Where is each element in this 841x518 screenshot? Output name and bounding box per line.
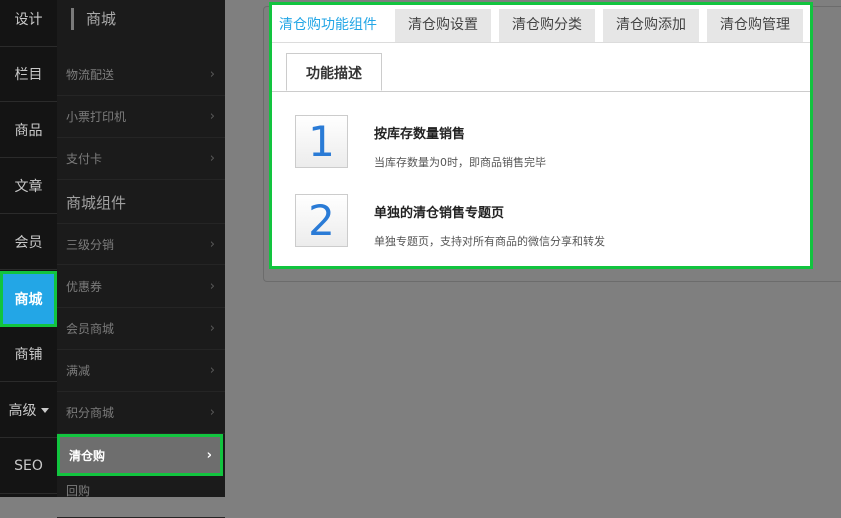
subnav-item-label: 优惠券 — [66, 280, 103, 294]
feature-title: 单独的清仓销售专题页 — [374, 206, 505, 221]
rail-item-label: 高级 — [8, 403, 37, 419]
subnav-title: 商城 — [71, 8, 116, 30]
rail-item-label: 商铺 — [14, 347, 43, 363]
chevron-right-icon: › — [209, 279, 215, 294]
subnav-item-discount[interactable]: 满减 › — [57, 350, 225, 392]
rail-item-advanced[interactable]: 高级 — [0, 383, 57, 438]
chevron-right-icon: › — [209, 109, 215, 124]
rail-item-label: 文章 — [14, 179, 43, 195]
sub-nav: 商城 物流配送 › 小票打印机 › 支付卡 › 商城组件 三级分销 › 优惠券 … — [57, 0, 225, 518]
tab-label: 清仓购分类 — [512, 17, 582, 33]
rail-item-label: 设计 — [14, 12, 43, 28]
tab-clearance-settings[interactable]: 清仓购设置 — [395, 9, 491, 42]
chevron-down-icon — [40, 407, 49, 413]
rail-item-shops[interactable]: 商铺 — [0, 327, 57, 382]
tab-clearance-components[interactable]: 清仓购功能组件 — [272, 9, 384, 42]
chevron-right-icon: › — [209, 237, 215, 252]
chevron-right-icon: › — [209, 321, 215, 336]
rail-item-label: 商城 — [14, 292, 43, 308]
clearance-panel: 清仓购功能组件 清仓购设置 清仓购分类 清仓购添加 清仓购管理 功能描述 1 按… — [269, 2, 813, 269]
subnav-item-member-mall[interactable]: 会员商城 › — [57, 308, 225, 350]
subnav-item-points-mall[interactable]: 积分商城 › — [57, 392, 225, 434]
subnav-item-label: 会员商城 — [66, 322, 115, 336]
subnav-item-clearance[interactable]: 清仓购 › — [57, 434, 223, 476]
tab-clearance-add[interactable]: 清仓购添加 — [603, 9, 699, 42]
feature-number-badge: 1 — [295, 115, 348, 168]
subtab-feature-description[interactable]: 功能描述 — [286, 53, 382, 91]
subnav-item-label: 小票打印机 — [66, 110, 127, 124]
feature-title: 按库存数量销售 — [374, 127, 466, 142]
subnav-item-logistics[interactable]: 物流配送 › — [57, 54, 225, 96]
rail-item-mall[interactable]: 商城 — [0, 271, 57, 327]
tab-label: 清仓购添加 — [616, 17, 686, 33]
subnav-item-coupons[interactable]: 优惠券 › — [57, 266, 225, 308]
tab-label: 清仓购管理 — [720, 17, 790, 33]
rail-item-products[interactable]: 商品 — [0, 103, 57, 158]
rail-item-label: 栏目 — [14, 67, 43, 83]
rail-item-label: SEO — [14, 458, 43, 474]
subnav-item-label: 清仓购 — [69, 448, 106, 463]
subnav-item-label: 满减 — [66, 364, 91, 378]
feature-number-badge: 2 — [295, 194, 348, 247]
tab-clearance-manage[interactable]: 清仓购管理 — [707, 9, 803, 42]
subnav-item-label: 回购 — [66, 484, 91, 498]
chevron-right-icon: › — [209, 405, 215, 420]
chevron-right-icon: › — [209, 67, 215, 82]
main-nav-rail: 设计 栏目 商品 文章 会员 商城 商铺 高级 SEO — [0, 0, 57, 497]
subnav-item-receipt-printer[interactable]: 小票打印机 › — [57, 96, 225, 138]
chevron-right-icon: › — [206, 448, 212, 463]
rail-item-seo[interactable]: SEO — [0, 439, 57, 494]
subnav-item-buyback[interactable]: 回购 — [57, 476, 225, 518]
rail-item-design[interactable]: 设计 — [0, 0, 57, 47]
tab-label: 清仓购设置 — [408, 17, 478, 33]
tab-label: 清仓购功能组件 — [279, 17, 377, 33]
rail-item-articles[interactable]: 文章 — [0, 159, 57, 214]
feature-description: 当库存数量为0时，即商品销售完毕 — [374, 156, 546, 169]
tab-clearance-categories[interactable]: 清仓购分类 — [499, 9, 595, 42]
chevron-right-icon: › — [209, 151, 215, 166]
subtab-divider — [272, 91, 810, 92]
rail-item-label: 会员 — [14, 235, 43, 251]
subnav-section-title: 商城组件 — [66, 194, 127, 212]
subnav-item-label: 支付卡 — [66, 152, 103, 166]
chevron-right-icon: › — [209, 363, 215, 378]
subnav-item-distribution[interactable]: 三级分销 › — [57, 223, 225, 265]
subnav-item-payment-card[interactable]: 支付卡 › — [57, 138, 225, 180]
rail-item-label: 商品 — [14, 123, 43, 139]
rail-item-columns[interactable]: 栏目 — [0, 47, 57, 102]
subnav-item-label: 三级分销 — [66, 237, 115, 252]
feature-description: 单独专题页，支持对所有商品的微信分享和转发 — [374, 235, 605, 248]
subnav-item-label: 物流配送 — [66, 68, 115, 82]
subtab-label: 功能描述 — [306, 66, 362, 82]
rail-item-members[interactable]: 会员 — [0, 215, 57, 270]
tab-divider — [272, 42, 810, 43]
subnav-item-label: 积分商城 — [66, 406, 115, 420]
